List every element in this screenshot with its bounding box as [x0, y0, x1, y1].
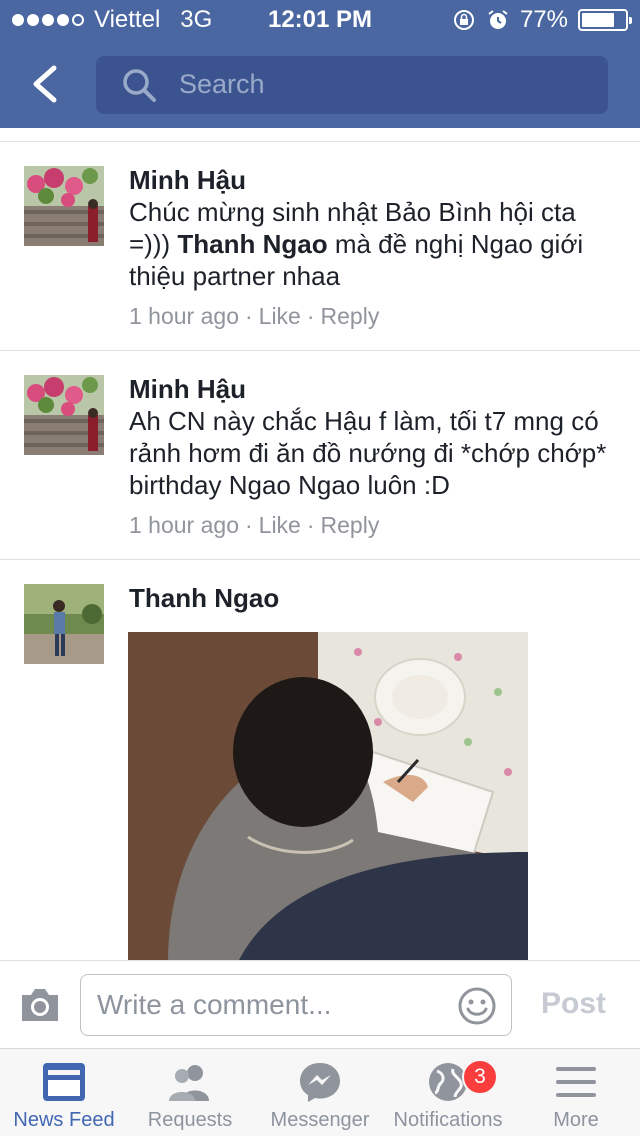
tab-label: Notifications: [393, 1109, 503, 1131]
search-icon: [123, 69, 156, 102]
comment-photo[interactable]: [128, 632, 528, 960]
battery-level: [582, 13, 615, 27]
battery-icon: [578, 9, 632, 31]
comment-text: Ah CN này chắc Hậu f làm, tối t7 mng có …: [129, 406, 607, 500]
comment-input-placeholder: Write a comment...: [97, 989, 332, 1020]
search-bar[interactable]: Search: [96, 56, 608, 114]
tab-requests[interactable]: Requests: [128, 1049, 252, 1136]
news-feed-icon: [43, 1063, 85, 1101]
rotation-lock-icon: [453, 10, 474, 30]
comment-time: 1 hour ago: [129, 512, 239, 538]
like-link[interactable]: Like: [259, 512, 301, 538]
tab-more[interactable]: More: [512, 1049, 640, 1136]
post-button[interactable]: Post: [541, 987, 606, 1021]
comment-input[interactable]: Write a comment...: [80, 974, 512, 1036]
notification-badge: 3: [462, 1059, 498, 1095]
avatar[interactable]: [24, 375, 104, 455]
comment-item: Thanh Ngao: [0, 560, 640, 960]
alarm-icon: [488, 10, 508, 29]
divider: [0, 128, 640, 142]
battery-percentage: 77%: [519, 6, 568, 33]
tab-label: News Feed: [13, 1109, 115, 1131]
avatar[interactable]: [24, 166, 104, 246]
status-right: 77%: [452, 6, 632, 34]
reply-link[interactable]: Reply: [321, 512, 380, 538]
comment-meta: 1 hour ago · Like · Reply: [129, 512, 380, 538]
avatar[interactable]: [24, 584, 104, 664]
comment-item: Minh Hậu Chúc mừng sinh nhật Bảo Bình hộ…: [0, 142, 640, 351]
reply-link[interactable]: Reply: [321, 303, 380, 329]
top-navigation-bar: Viettel 3G 12:01 PM 77% Search: [0, 0, 640, 128]
comment-author[interactable]: Thanh Ngao: [129, 582, 619, 614]
camera-icon[interactable]: [18, 985, 62, 1025]
comments-list: Minh Hậu Chúc mừng sinh nhật Bảo Bình hộ…: [0, 128, 640, 960]
like-link[interactable]: Like: [259, 303, 301, 329]
tab-news-feed[interactable]: News Feed: [0, 1049, 128, 1136]
emoji-icon[interactable]: [457, 986, 497, 1026]
comment-author[interactable]: Minh Hậu: [129, 164, 619, 196]
comment-composer: Write a comment... Post: [0, 960, 640, 1048]
tab-notifications[interactable]: 3 Notifications: [384, 1049, 512, 1136]
back-arrow-icon[interactable]: [26, 62, 66, 106]
comment-body: Minh Hậu Ah CN này chắc Hậu f làm, tối t…: [129, 373, 619, 539]
tab-label: More: [553, 1109, 599, 1131]
tab-label: Messenger: [270, 1109, 370, 1131]
comment-text: Chúc mừng sinh nhật Bảo Bình hội cta =))…: [129, 196, 619, 292]
mention-link[interactable]: Thanh Ngao: [177, 229, 327, 259]
comment-time: 1 hour ago: [129, 303, 239, 329]
tab-label: Requests: [147, 1109, 233, 1131]
comment-body: Thanh Ngao: [129, 582, 619, 614]
messenger-icon: [300, 1063, 340, 1102]
comment-meta: 1 hour ago · Like · Reply: [129, 303, 380, 329]
tab-messenger[interactable]: Messenger: [256, 1049, 384, 1136]
menu-icon: [556, 1067, 596, 1097]
bottom-tab-bar: News Feed Requests Messenger 3 Notificat…: [0, 1048, 640, 1136]
comment-author[interactable]: Minh Hậu: [129, 373, 619, 405]
friend-requests-icon: [169, 1065, 209, 1101]
comment-item: Minh Hậu Ah CN này chắc Hậu f làm, tối t…: [0, 351, 640, 560]
status-bar: Viettel 3G 12:01 PM 77%: [0, 0, 640, 40]
comment-body: Minh Hậu Chúc mừng sinh nhật Bảo Bình hộ…: [129, 164, 619, 330]
search-placeholder: Search: [179, 69, 265, 99]
